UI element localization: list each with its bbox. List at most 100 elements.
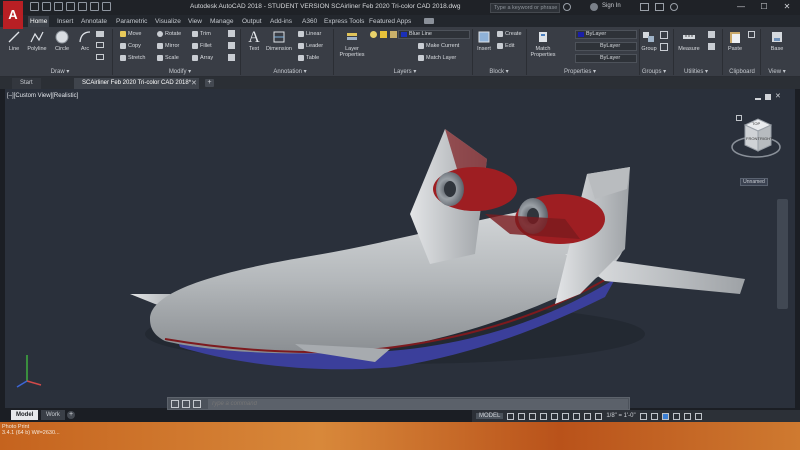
match-layer-button[interactable]: Match Layer: [418, 54, 456, 63]
lineweight-dropdown[interactable]: ByLayer: [575, 54, 637, 63]
linear-button[interactable]: Linear: [298, 30, 321, 39]
layer-freeze-icon[interactable]: [380, 31, 387, 38]
ellipse-icon[interactable]: [96, 54, 104, 60]
polar-icon[interactable]: [540, 412, 548, 420]
circle-button[interactable]: Circle: [52, 30, 72, 52]
layer-properties-button[interactable]: Layer Properties: [337, 30, 367, 58]
search-icon[interactable]: [563, 3, 571, 11]
isolate-objects-icon[interactable]: [661, 412, 669, 420]
redo-icon[interactable]: [102, 2, 111, 11]
annotation-scale[interactable]: 1/8" = 1'-0": [606, 413, 635, 419]
new-icon[interactable]: [30, 2, 39, 11]
tab-annotate[interactable]: Annotate: [79, 16, 109, 27]
quick-select-icon[interactable]: [708, 43, 715, 50]
tab-drawing[interactable]: SCAirliner Feb 2020 Tri-color CAD 2018*: [74, 78, 200, 89]
help-icon[interactable]: [670, 3, 678, 11]
tab-manage[interactable]: Manage: [208, 16, 236, 27]
navigation-bar[interactable]: [777, 199, 788, 309]
draw-panel-label[interactable]: Draw ▾: [40, 67, 80, 77]
annotation-visibility-icon[interactable]: [595, 412, 603, 420]
match-properties-button[interactable]: Match Properties: [528, 30, 558, 58]
mirror-button[interactable]: Mirror: [157, 42, 179, 51]
grid-icon[interactable]: [507, 412, 515, 420]
tab-work[interactable]: Work: [41, 410, 65, 420]
layer-on-icon[interactable]: [370, 31, 377, 38]
lineweight-icon[interactable]: [573, 412, 581, 420]
rectangle-icon[interactable]: [96, 31, 104, 37]
customize-icon[interactable]: [182, 400, 190, 408]
tab-output[interactable]: Output: [240, 16, 264, 27]
utilities-panel-label[interactable]: Utilities ▾: [676, 67, 716, 77]
group-edit-icon[interactable]: [660, 43, 668, 51]
edit-block-button[interactable]: Edit: [497, 42, 514, 51]
save-icon[interactable]: [54, 2, 63, 11]
tab-close-icon[interactable]: ✕: [191, 79, 197, 87]
hatch-icon[interactable]: [96, 42, 104, 48]
viewcube-top-face[interactable]: TOP: [752, 121, 760, 126]
undo-icon[interactable]: [90, 2, 99, 11]
search-input[interactable]: Type a keyword or phrase: [490, 3, 560, 13]
tab-featured-apps[interactable]: Featured Apps: [367, 16, 413, 27]
ucs-dropdown[interactable]: Unnamed: [740, 178, 768, 186]
model-space-button[interactable]: MODEL: [476, 413, 504, 419]
properties-panel-label[interactable]: Properties ▾: [555, 67, 605, 77]
erase-icon[interactable]: [228, 30, 235, 37]
sign-in-button[interactable]: Sign In: [602, 3, 621, 9]
tab-view[interactable]: View: [186, 16, 204, 27]
create-block-button[interactable]: Create: [497, 30, 522, 39]
explode-icon[interactable]: [228, 42, 235, 49]
open-icon[interactable]: [42, 2, 51, 11]
offset-icon[interactable]: [228, 54, 235, 61]
ortho-icon[interactable]: [529, 412, 537, 420]
isodraft-icon[interactable]: [551, 412, 559, 420]
trim-button[interactable]: Trim: [192, 30, 211, 39]
measure-button[interactable]: Measure: [675, 30, 703, 52]
viewcube[interactable]: TOP FRONT RIGHT: [730, 107, 782, 167]
layer-lock-icon[interactable]: [390, 31, 397, 38]
ribbon-toggle-icon[interactable]: [424, 18, 434, 24]
base-view-button[interactable]: Base: [765, 30, 789, 52]
make-current-button[interactable]: Make Current: [418, 42, 459, 51]
color-dropdown[interactable]: ByLayer: [575, 30, 637, 39]
customization-menu-icon[interactable]: [694, 412, 702, 420]
tab-model[interactable]: Model: [11, 410, 39, 420]
recent-commands-icon[interactable]: [193, 400, 201, 408]
clipboard-panel-label[interactable]: Clipboard: [722, 67, 762, 77]
table-button[interactable]: Table: [298, 54, 319, 63]
annotation-panel-label[interactable]: Annotation ▾: [265, 67, 315, 77]
block-panel-label[interactable]: Block ▾: [484, 67, 514, 77]
linetype-dropdown[interactable]: ByLayer: [575, 42, 637, 51]
maximize-button[interactable]: ☐: [758, 2, 770, 12]
modify-panel-label[interactable]: Modify ▾: [160, 67, 200, 77]
polyline-button[interactable]: Polyline: [24, 30, 50, 52]
tab-home[interactable]: Home: [28, 16, 50, 27]
viewcube-front-face[interactable]: FRONT: [746, 136, 760, 141]
text-button[interactable]: A Text: [245, 30, 263, 53]
tab-add-ins[interactable]: Add-ins: [268, 16, 294, 27]
command-input[interactable]: [208, 399, 628, 409]
drawing-viewport[interactable]: [–][Custom View][Realistic] ✕ TOP FRONT …: [5, 89, 795, 408]
minimize-button[interactable]: —: [735, 2, 747, 12]
tab-parametric[interactable]: Parametric: [114, 16, 149, 27]
save-as-icon[interactable]: [66, 2, 75, 11]
annotation-monitor-icon[interactable]: [650, 412, 658, 420]
exchange-icon[interactable]: [640, 3, 649, 11]
new-tab-icon[interactable]: +: [205, 79, 214, 87]
fillet-button[interactable]: Fillet: [192, 42, 212, 51]
ungroup-icon[interactable]: [660, 31, 668, 39]
stretch-button[interactable]: Stretch: [120, 54, 145, 63]
close-button[interactable]: ✕: [781, 2, 793, 12]
move-button[interactable]: Move: [120, 30, 141, 39]
transparency-icon[interactable]: [584, 412, 592, 420]
print-icon[interactable]: [78, 2, 87, 11]
groups-panel-label[interactable]: Groups ▾: [636, 67, 672, 77]
arc-button[interactable]: Arc: [76, 30, 94, 52]
snap-icon[interactable]: [518, 412, 526, 420]
layer-tools-icons[interactable]: [372, 43, 412, 50]
layers-panel-label[interactable]: Layers ▾: [385, 67, 425, 77]
tab-insert[interactable]: Insert: [55, 16, 75, 27]
autodesk-app-store-icon[interactable]: [655, 3, 664, 11]
leader-button[interactable]: Leader: [298, 42, 323, 51]
scale-button[interactable]: Scale: [157, 54, 179, 63]
close-command-icon[interactable]: [171, 400, 179, 408]
